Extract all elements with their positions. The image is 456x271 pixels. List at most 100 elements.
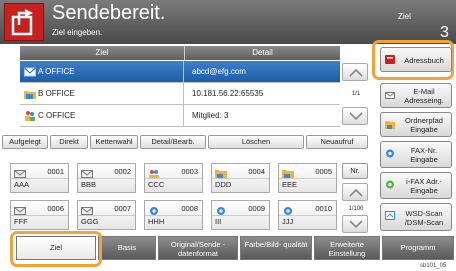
divider [78, 215, 135, 216]
divider [11, 215, 68, 216]
email-icon [385, 91, 395, 100]
destination-detail: abcd@efg.com [192, 67, 246, 76]
tab-color-quality[interactable]: Farbe/Bild- qualität [240, 236, 312, 260]
onhook-button[interactable]: Aufgelegt [2, 135, 48, 149]
folder-icon [282, 166, 294, 179]
one-touch-number: 0009 [248, 204, 265, 213]
one-touch-name: CCC [148, 180, 165, 189]
chain-dial-button[interactable]: Kettenwahl [90, 135, 138, 149]
wsd-scan-button[interactable]: WSD-Scan /DSM-Scan [380, 203, 452, 231]
divider [279, 215, 336, 216]
fax-icon [282, 203, 294, 215]
detail-edit-button[interactable]: Detail/Bearb. [140, 135, 206, 149]
onetouch-scroll-down-button[interactable] [342, 215, 368, 233]
tab-advanced-setup[interactable]: Erweiterte Einstellung [314, 236, 380, 260]
one-touch-name: HHH [148, 217, 165, 226]
divider [11, 178, 68, 179]
divider [78, 178, 135, 179]
destination-count-panel: Ziel 3 [370, 0, 456, 44]
tab-program[interactable]: Programm [382, 236, 454, 260]
number-button[interactable]: Nr. [342, 163, 368, 179]
divider [145, 178, 202, 179]
fax-icon [215, 203, 227, 215]
one-touch-name: FFF [14, 217, 28, 226]
ifax-icon [385, 180, 395, 189]
chevron-down-icon [349, 112, 363, 121]
one-touch-key[interactable]: 0001 AAA [10, 163, 69, 193]
one-touch-key[interactable]: 0004 DDD [211, 163, 270, 193]
one-touch-key[interactable]: 0003 CCC [144, 163, 203, 193]
one-touch-name: EEE [282, 180, 298, 189]
email-entry-button[interactable]: E-Mail Adresseing. [380, 83, 452, 108]
onetouch-scroll-up-button[interactable] [342, 183, 368, 201]
direct-button[interactable]: Direkt [50, 135, 88, 149]
one-touch-number: 0010 [315, 204, 332, 213]
scroll-up-button[interactable] [342, 63, 368, 81]
one-touch-number: 0002 [114, 167, 131, 176]
chevron-down-icon [349, 220, 363, 229]
destination-row[interactable]: B OFFICE 10.181.56.22:65535 [20, 83, 340, 105]
figure-code: sb101_05 [420, 263, 447, 269]
one-touch-number: 0008 [181, 204, 198, 213]
destination-row[interactable]: C OFFICE Mitglied: 3 [20, 105, 340, 127]
delete-button[interactable]: Löschen [208, 135, 304, 149]
fax-number-entry-button[interactable]: FAX-Nr. Eingabe [380, 141, 452, 168]
scroll-down-button[interactable] [342, 107, 368, 125]
one-touch-number: 0001 [47, 167, 64, 176]
destination-detail: Mitglied: 3 [192, 111, 229, 120]
column-header-detail: Detail [184, 46, 340, 60]
divider [145, 215, 202, 216]
wsd-scan-icon [385, 211, 395, 220]
email-entry-label: E-Mail Adresseing. [404, 87, 444, 105]
address-book-label: Adressbuch [404, 56, 444, 65]
tab-basic[interactable]: Basis [98, 236, 156, 260]
send-screen: Sendebereit. Ziel eingeben. Ziel 3 Ziel … [0, 0, 456, 271]
one-touch-number: 0006 [47, 204, 64, 213]
one-touch-key[interactable]: 0006 FFF [10, 200, 69, 230]
one-touch-key[interactable]: 0008 HHH [144, 200, 203, 230]
ifax-address-entry-label: i-FAX Adr.-Eingabe [406, 177, 442, 195]
destination-detail: 10.181.56.22:65535 [192, 89, 264, 98]
ifax-address-entry-button[interactable]: i-FAX Adr.-Eingabe [380, 172, 452, 199]
one-touch-key[interactable]: 0007 GGG [77, 200, 136, 230]
email-icon [14, 166, 26, 178]
email-icon [81, 166, 93, 178]
tab-original-format[interactable]: Original/Sende -datenformat [158, 236, 238, 260]
destination-row[interactable]: A OFFICE abcd@efg.com [20, 61, 340, 83]
destination-tab-highlight [10, 231, 102, 267]
one-touch-name: GGG [81, 217, 99, 226]
one-touch-number: 0003 [181, 167, 198, 176]
email-icon [14, 203, 26, 215]
one-touch-key[interactable]: 0002 BBB [77, 163, 136, 193]
header-bar: Sendebereit. Ziel eingeben. [0, 0, 370, 44]
one-touch-name: AAA [14, 180, 30, 189]
one-touch-name: III [215, 217, 222, 226]
one-touch-number: 0004 [248, 167, 265, 176]
divider [212, 178, 269, 179]
one-touch-key[interactable]: 0005 EEE [278, 163, 337, 193]
send-icon [4, 3, 44, 41]
one-touch-number: 0005 [315, 167, 332, 176]
column-header-destination: Ziel [20, 46, 184, 60]
table-page-indicator: 1/1 [351, 91, 361, 97]
divider [279, 178, 336, 179]
one-touch-key[interactable]: 0009 III [211, 200, 270, 230]
page-title: Sendebereit. [52, 2, 166, 24]
address-book-button[interactable]: Adressbuch [380, 47, 452, 72]
email-icon [81, 203, 93, 215]
fax-number-entry-label: FAX-Nr. Eingabe [410, 146, 438, 164]
folder-path-entry-button[interactable]: Ordnerpfad Eingabe [380, 112, 452, 137]
destination-label: Ziel [398, 12, 411, 21]
page-subtitle: Ziel eingeben. [52, 28, 103, 37]
one-touch-number: 0007 [114, 204, 131, 213]
fax-icon [148, 203, 160, 215]
fax-icon [385, 149, 395, 158]
folder-path-entry-label: Ordnerpfad Eingabe [405, 116, 443, 134]
one-touch-name: JJJ [282, 217, 294, 226]
wsd-scan-label: WSD-Scan /DSM-Scan [404, 209, 444, 227]
group-icon [148, 166, 160, 179]
recall-button[interactable]: Neuaufruf [306, 135, 368, 149]
one-touch-name: DDD [215, 180, 232, 189]
address-book-icon [385, 55, 395, 64]
one-touch-key[interactable]: 0010 JJJ [278, 200, 337, 230]
